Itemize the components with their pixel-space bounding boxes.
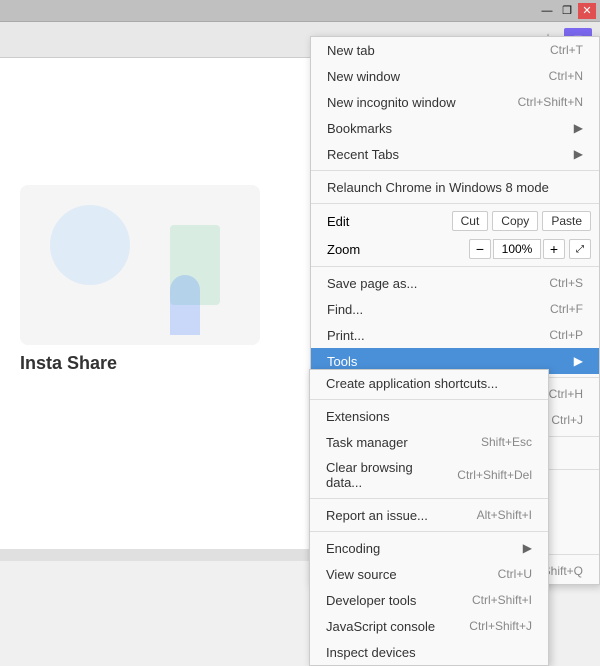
submenu-item-create-shortcuts[interactable]: Create application shortcuts... — [310, 370, 548, 396]
submenu-item-task-manager[interactable]: Task manager Shift+Esc — [310, 429, 548, 455]
submenu-item-view-source[interactable]: View source Ctrl+U — [310, 561, 548, 587]
submenu-separator — [310, 498, 548, 499]
submenu-item-shortcut-clear-browsing: Ctrl+Shift+Del — [457, 468, 532, 482]
submenu-item-shortcut-view-source: Ctrl+U — [498, 567, 532, 581]
zoom-label: Zoom — [319, 242, 469, 257]
submenu-item-label-js-console: JavaScript console — [326, 619, 449, 634]
submenu-item-inspect-devices[interactable]: Inspect devices — [310, 639, 548, 665]
submenu-item-label-extensions: Extensions — [326, 409, 532, 424]
close-button[interactable]: ✕ — [578, 3, 596, 19]
submenu-item-clear-browsing[interactable]: Clear browsing data... Ctrl+Shift+Del — [310, 455, 548, 495]
menu-item-label-new-incognito: New incognito window — [327, 95, 498, 110]
submenu-item-label-view-source: View source — [326, 567, 478, 582]
menu-item-arrow-bookmarks: ▶ — [574, 121, 583, 135]
menu-item-save-page[interactable]: Save page as... Ctrl+S — [311, 270, 599, 296]
menu-item-label-print: Print... — [327, 328, 529, 343]
menu-item-label-find: Find... — [327, 302, 530, 317]
submenu-item-label-report-issue: Report an issue... — [326, 508, 457, 523]
minimize-button[interactable]: — — [538, 3, 556, 19]
menu-item-label-recent-tabs: Recent Tabs — [327, 147, 570, 162]
submenu-separator — [310, 531, 548, 532]
menu-item-shortcut-print: Ctrl+P — [549, 328, 583, 342]
paste-button[interactable]: Paste — [542, 211, 591, 231]
submenu-separator — [310, 399, 548, 400]
submenu-item-dev-tools[interactable]: Developer tools Ctrl+Shift+I — [310, 587, 548, 613]
menu-item-label-new-tab: New tab — [327, 43, 530, 58]
submenu-item-js-console[interactable]: JavaScript console Ctrl+Shift+J — [310, 613, 548, 639]
submenu-item-label-inspect-devices: Inspect devices — [326, 645, 532, 660]
submenu-item-shortcut-report-issue: Alt+Shift+I — [477, 508, 532, 522]
submenu-item-shortcut-js-console: Ctrl+Shift+J — [469, 619, 532, 633]
menu-item-shortcut-history: Ctrl+H — [549, 387, 583, 401]
menu-item-label-relaunch: Relaunch Chrome in Windows 8 mode — [327, 180, 583, 195]
submenu-item-encoding[interactable]: Encoding ▶ — [310, 535, 548, 561]
menu-item-shortcut-downloads: Ctrl+J — [551, 413, 583, 427]
menu-item-recent-tabs[interactable]: Recent Tabs ▶ — [311, 141, 599, 167]
zoom-value: 100% — [493, 239, 541, 259]
submenu-item-label-dev-tools: Developer tools — [326, 593, 452, 608]
menu-item-shortcut-new-tab: Ctrl+T — [550, 43, 583, 57]
menu-item-shortcut-new-incognito: Ctrl+Shift+N — [518, 95, 583, 109]
maximize-button[interactable]: ❐ — [558, 3, 576, 19]
menu-item-arrow-tools: ▶ — [574, 354, 583, 368]
fullscreen-button[interactable]: ⤢ — [569, 239, 591, 259]
menu-item-relaunch[interactable]: Relaunch Chrome in Windows 8 mode — [311, 174, 599, 200]
menu-item-new-tab[interactable]: New tab Ctrl+T — [311, 37, 599, 63]
copy-button[interactable]: Copy — [492, 211, 538, 231]
submenu-item-label-clear-browsing: Clear browsing data... — [326, 460, 437, 490]
cut-button[interactable]: Cut — [452, 211, 489, 231]
edit-label: Edit — [319, 214, 448, 229]
menu-item-label-new-window: New window — [327, 69, 529, 84]
submenu-item-label-task-manager: Task manager — [326, 435, 461, 450]
page-title: Insta Share — [20, 353, 117, 373]
menu-separator — [311, 203, 599, 204]
menu-item-find[interactable]: Find... Ctrl+F — [311, 296, 599, 322]
submenu-item-report-issue[interactable]: Report an issue... Alt+Shift+I — [310, 502, 548, 528]
page-title-area: Insta Share — [20, 353, 260, 374]
menu-item-shortcut-save-page: Ctrl+S — [549, 276, 583, 290]
menu-item-shortcut-find: Ctrl+F — [550, 302, 583, 316]
submenu-item-label-encoding: Encoding — [326, 541, 519, 556]
submenu-item-arrow-encoding: ▶ — [523, 541, 532, 555]
zoom-out-button[interactable]: − — [469, 239, 491, 259]
menu-item-new-window[interactable]: New window Ctrl+N — [311, 63, 599, 89]
menu-item-label-save-page: Save page as... — [327, 276, 529, 291]
zoom-in-button[interactable]: + — [543, 239, 565, 259]
submenu-item-extensions[interactable]: Extensions — [310, 403, 548, 429]
hero-image — [20, 185, 260, 345]
submenu-item-label-create-shortcuts: Create application shortcuts... — [326, 376, 532, 391]
menu-item-label-bookmarks: Bookmarks — [327, 121, 570, 136]
deco-circle — [50, 205, 130, 285]
menu-item-edit: Edit Cut Copy Paste — [311, 207, 599, 235]
title-bar: — ❐ ✕ — [0, 0, 600, 22]
deco-figure — [170, 275, 200, 335]
menu-item-zoom: Zoom − 100% + ⤢ — [311, 235, 599, 263]
submenu-item-shortcut-task-manager: Shift+Esc — [481, 435, 532, 449]
menu-item-print[interactable]: Print... Ctrl+P — [311, 322, 599, 348]
submenu-item-shortcut-dev-tools: Ctrl+Shift+I — [472, 593, 532, 607]
menu-item-bookmarks[interactable]: Bookmarks ▶ — [311, 115, 599, 141]
menu-separator — [311, 170, 599, 171]
menu-item-arrow-recent-tabs: ▶ — [574, 147, 583, 161]
menu-item-label-tools: Tools — [327, 354, 570, 369]
tools-submenu: Create application shortcuts... Extensio… — [309, 369, 549, 666]
menu-item-shortcut-new-window: Ctrl+N — [549, 69, 583, 83]
menu-item-new-incognito[interactable]: New incognito window Ctrl+Shift+N — [311, 89, 599, 115]
menu-separator — [311, 266, 599, 267]
